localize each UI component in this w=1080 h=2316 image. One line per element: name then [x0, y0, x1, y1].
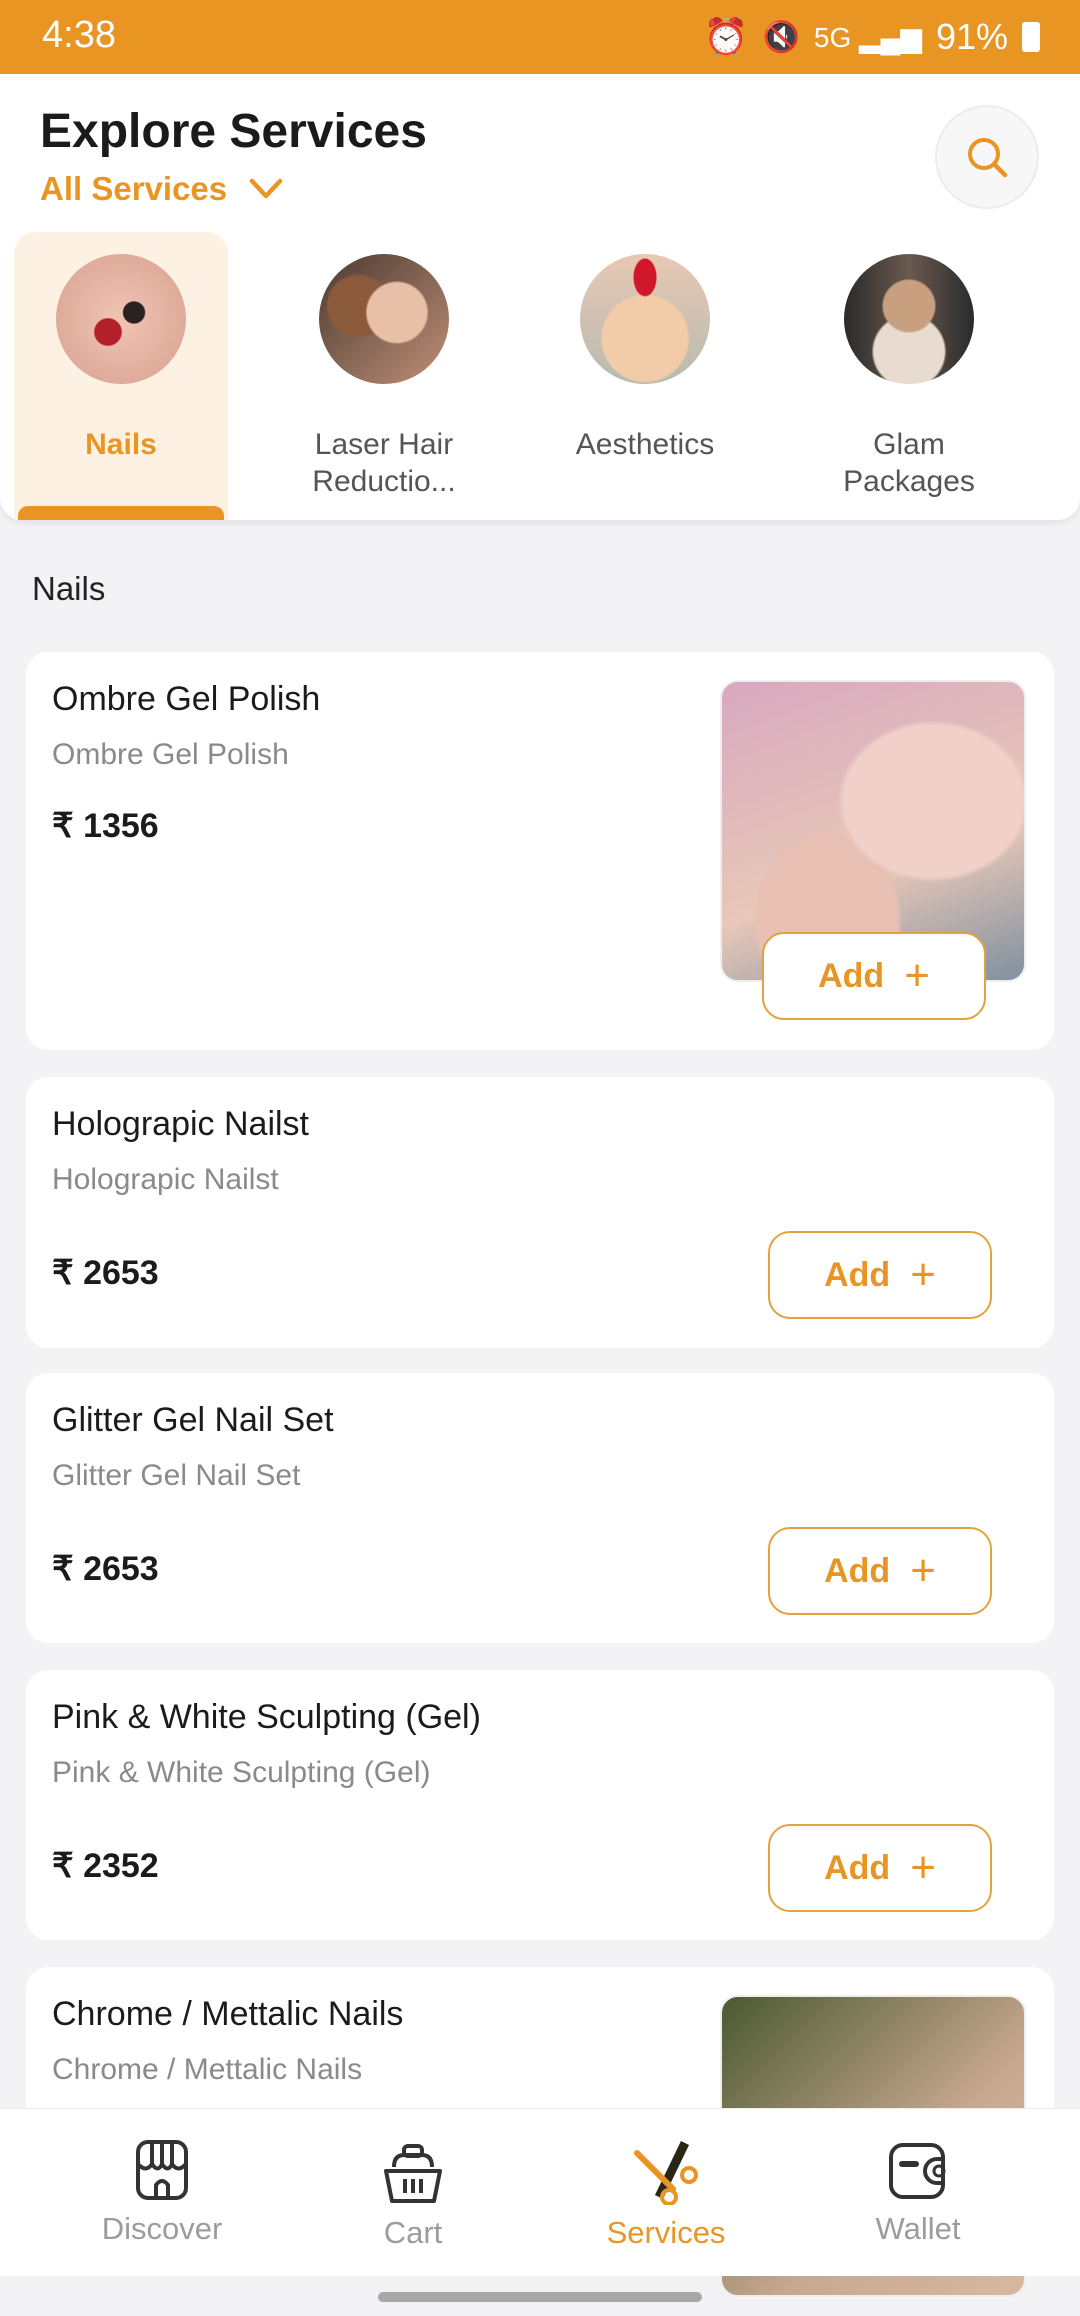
- status-time: 4:38: [42, 14, 116, 56]
- service-price: ₹ 2653: [52, 1254, 159, 1292]
- nav-label: Wallet: [875, 2211, 961, 2246]
- battery-icon: [1022, 22, 1040, 52]
- service-subtitle: Holograpic Nailst: [52, 1163, 279, 1196]
- service-subtitle: Pink & White Sculpting (Gel): [52, 1756, 431, 1789]
- home-indicator[interactable]: [378, 2292, 702, 2302]
- signal-icon: 5G ▂▄▆: [813, 21, 922, 53]
- all-services-dropdown[interactable]: All Services: [40, 170, 283, 208]
- category-label: Laser Hair Reductio...: [312, 428, 456, 498]
- scissors-comb-icon: [634, 2141, 698, 2205]
- add-button[interactable]: Add +: [768, 1824, 992, 1912]
- status-icons: ⏰ 🔇 5G ▂▄▆ 91%: [704, 16, 1040, 58]
- service-card: Holograpic Nailst Holograpic Nailst ₹ 26…: [26, 1077, 1054, 1348]
- glam-packages-image: [844, 254, 974, 384]
- service-name: Ombre Gel Polish: [52, 680, 321, 718]
- add-label: Add: [824, 1255, 891, 1294]
- active-indicator: [18, 506, 224, 520]
- service-name: Chrome / Mettalic Nails: [52, 1995, 404, 2033]
- add-label: Add: [824, 1551, 891, 1590]
- service-card: Pink & White Sculpting (Gel) Pink & Whit…: [26, 1670, 1054, 1940]
- store-icon: [136, 2140, 188, 2200]
- alarm-icon: ⏰: [703, 16, 749, 57]
- aesthetics-image: [580, 254, 710, 384]
- nails-image: [56, 254, 186, 384]
- add-button[interactable]: Add +: [768, 1527, 992, 1615]
- nav-label: Discover: [101, 2211, 223, 2246]
- service-price: ₹ 1356: [52, 807, 159, 845]
- plus-icon: +: [910, 1250, 936, 1299]
- battery-text: 91%: [935, 16, 1008, 57]
- wallet-icon: [889, 2143, 946, 2199]
- service-name: Glitter Gel Nail Set: [52, 1401, 334, 1439]
- status-bar: 4:38 ⏰ 🔇 5G ▂▄▆ 91%: [0, 0, 1080, 74]
- search-icon: [968, 138, 1008, 178]
- category-label: Glam Packages: [843, 428, 975, 498]
- plus-icon: +: [910, 1546, 936, 1595]
- nav-cart[interactable]: Cart: [313, 2143, 513, 2251]
- nav-discover[interactable]: Discover: [62, 2139, 262, 2247]
- add-label: Add: [818, 956, 885, 995]
- category-label: Aesthetics: [575, 428, 715, 461]
- header: Explore Services All Services Nails Lase…: [0, 74, 1080, 520]
- nav-label: Cart: [383, 2215, 443, 2250]
- nav-wallet[interactable]: Wallet: [818, 2139, 1018, 2247]
- plus-icon: +: [910, 1843, 936, 1892]
- category-laser-hair-reduction[interactable]: Laser Hair Reductio...: [277, 232, 491, 520]
- bottom-nav: Discover Cart Services Wallet: [0, 2108, 1080, 2276]
- basket-icon: [384, 2144, 442, 2203]
- category-aesthetics[interactable]: Aesthetics: [538, 232, 752, 520]
- service-price: ₹ 2352: [52, 1847, 159, 1885]
- service-card: Ombre Gel Polish Ombre Gel Polish ₹ 1356…: [26, 652, 1054, 1050]
- service-card: Glitter Gel Nail Set Glitter Gel Nail Se…: [26, 1373, 1054, 1643]
- service-name: Pink & White Sculpting (Gel): [52, 1698, 481, 1736]
- category-glam-packages[interactable]: Glam Packages: [802, 232, 1016, 520]
- category-nails[interactable]: Nails: [14, 232, 228, 520]
- category-label: Nails: [85, 428, 157, 461]
- add-label: Add: [824, 1848, 891, 1887]
- service-price: ₹ 2653: [52, 1550, 159, 1588]
- filter-label: All Services: [40, 170, 228, 207]
- page-title: Explore Services: [40, 105, 427, 158]
- service-subtitle: Chrome / Mettalic Nails: [52, 2053, 363, 2086]
- service-subtitle: Glitter Gel Nail Set: [52, 1459, 301, 1492]
- search-button[interactable]: [935, 105, 1039, 209]
- add-button[interactable]: Add +: [762, 932, 986, 1020]
- nav-services[interactable]: Services: [566, 2139, 766, 2251]
- add-button[interactable]: Add +: [768, 1231, 992, 1319]
- service-name: Holograpic Nailst: [52, 1105, 309, 1143]
- chevron-down-icon: [249, 178, 283, 199]
- nav-label: Services: [606, 2215, 726, 2250]
- plus-icon: +: [904, 951, 930, 1000]
- service-subtitle: Ombre Gel Polish: [52, 738, 289, 771]
- mute-icon: 🔇: [762, 20, 800, 54]
- section-title: Nails: [32, 570, 106, 607]
- laser-hair-image: [319, 254, 449, 384]
